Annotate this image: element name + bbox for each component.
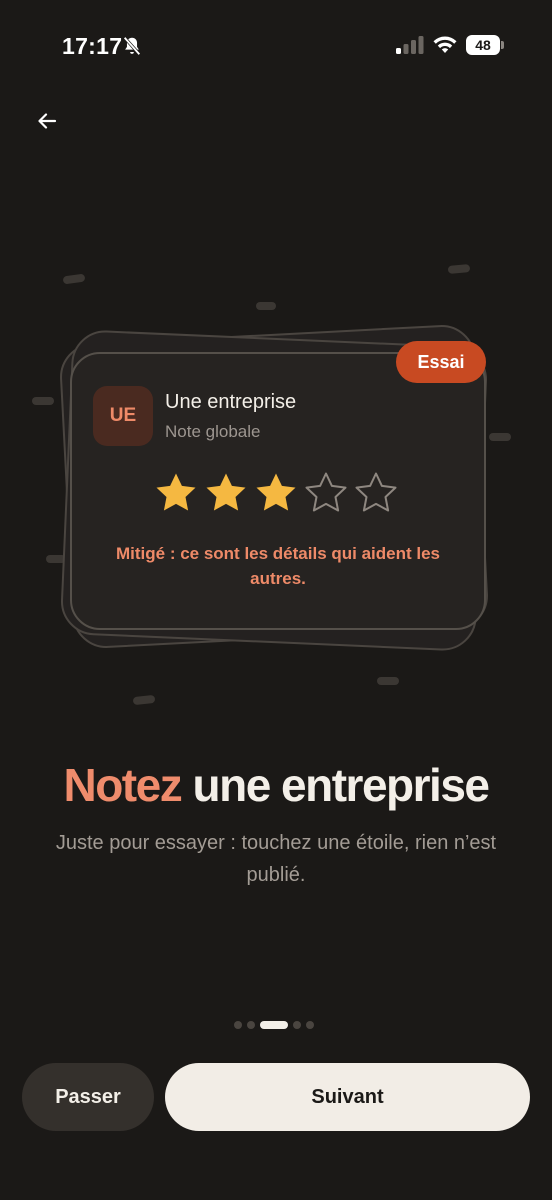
star-filled-icon[interactable] [153,470,199,516]
battery-icon: 48 [466,35,504,55]
page-title-rest: une entreprise [181,759,490,811]
decoration-dash [489,433,511,441]
company-avatar: UE [93,386,153,446]
rating-hint: Mitigé : ce sont les détails qui aident … [115,544,441,588]
star-empty-icon[interactable] [303,470,349,516]
star-empty-icon[interactable] [353,470,399,516]
page-dot [293,1021,301,1029]
arrow-left-icon [38,113,57,129]
decoration-dash [32,397,54,405]
star-filled-icon[interactable] [203,470,249,516]
company-name: Une entreprise [165,391,297,413]
bell-slash-icon [123,36,141,56]
page-title: Notez une entreprise [0,758,552,812]
page-dot [247,1021,255,1029]
decoration-dash [132,694,156,706]
decoration-dash [447,264,471,274]
skip-button[interactable]: Passer [22,1063,154,1131]
decoration-dash [377,677,399,685]
decoration-dash [62,273,86,285]
company-subtitle: Note globale [165,422,261,441]
page-indicator [234,1021,314,1029]
wifi-icon [433,36,457,53]
signal-icon [396,36,424,54]
page-dot [234,1021,242,1029]
star-rating[interactable] [153,470,403,516]
star-filled-icon[interactable] [253,470,299,516]
battery-level: 48 [466,35,500,55]
onboarding-screen: 17:17 48 Essai UE Une entreprise Note gl… [0,0,552,1200]
back-button[interactable] [28,102,66,140]
page-title-accent: Notez [63,759,182,811]
trial-badge: Essai [396,341,486,383]
status-bar: 17:17 48 [0,0,552,90]
next-button[interactable]: Suivant [165,1063,530,1131]
page-dot [306,1021,314,1029]
status-time: 17:17 [62,33,123,59]
page-subtitle: Juste pour essayer : touchez une étoile,… [55,832,497,886]
page-dot-active [260,1021,288,1029]
decoration-dash [256,302,276,310]
battery-cap [501,41,504,49]
